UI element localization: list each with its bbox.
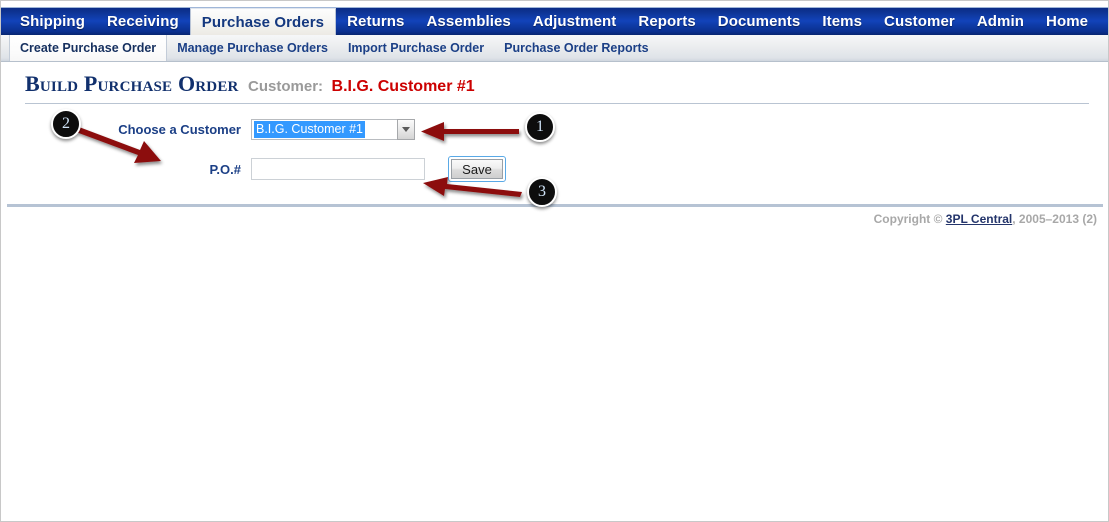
- copyright-suffix: , 2005–2013 (2): [1012, 212, 1097, 226]
- subnav-item-label: Create Purchase Order: [20, 41, 157, 55]
- subnav-item-label: Purchase Order Reports: [504, 41, 649, 55]
- build-purchase-order-form: Choose a Customer B.I.G. Customer #1 P.O…: [1, 113, 1108, 185]
- po-number-label: P.O.#: [209, 161, 241, 177]
- subnav-item-create-purchase-order[interactable]: Create Purchase Order: [9, 35, 168, 61]
- po-number-row: P.O.# Save: [1, 153, 1108, 185]
- choose-customer-label: Choose a Customer: [118, 121, 241, 137]
- save-button[interactable]: Save: [451, 159, 503, 179]
- nav-item-items[interactable]: Items: [811, 8, 873, 35]
- nav-item-label: Receiving: [106, 13, 179, 30]
- customer-select[interactable]: B.I.G. Customer #1: [251, 118, 415, 140]
- save-button-focus-ring: Save: [448, 156, 506, 182]
- nav-item-returns[interactable]: Returns: [336, 8, 415, 35]
- subnav-item-label: Import Purchase Order: [347, 41, 485, 55]
- nav-item-label: Documents: [717, 13, 801, 30]
- callout-badge-3: 3: [527, 177, 557, 207]
- customer-label: Customer:: [248, 78, 324, 95]
- copyright-notice: Copyright © 3PL Central, 2005–2013 (2): [1, 212, 1097, 226]
- subnav-item-label: Manage Purchase Orders: [177, 41, 328, 55]
- 3pl-central-link[interactable]: 3PL Central: [946, 212, 1012, 226]
- subnav-item-import-purchase-order[interactable]: Import Purchase Order: [338, 35, 494, 61]
- nav-item-assemblies[interactable]: Assemblies: [416, 8, 522, 35]
- nav-item-label: Customer: [884, 13, 955, 30]
- callout-badge-2: 2: [51, 109, 81, 139]
- subnav-item-purchase-order-reports[interactable]: Purchase Order Reports: [494, 35, 659, 61]
- nav-item-home[interactable]: Home: [1035, 8, 1099, 35]
- main-navigation-bar: Shipping Receiving Purchase Orders Returns A…: [1, 7, 1108, 35]
- nav-item-label: Home: [1046, 13, 1089, 30]
- nav-item-label: Shipping: [20, 13, 85, 30]
- nav-item-adjustment[interactable]: Adjustment: [522, 8, 628, 35]
- nav-item-customer[interactable]: Customer: [873, 8, 966, 35]
- subnav-item-manage-purchase-orders[interactable]: Manage Purchase Orders: [167, 35, 338, 61]
- page-title: Build Purchase Order: [25, 71, 239, 96]
- callout-badge-1: 1: [525, 112, 555, 142]
- nav-item-label: Admin: [976, 13, 1025, 30]
- customer-name-value: B.I.G. Customer #1: [331, 78, 475, 95]
- choose-customer-row: Choose a Customer B.I.G. Customer #1: [1, 113, 1108, 145]
- sub-navigation-bar: Create Purchase Order Manage Purchase Ord…: [1, 35, 1108, 62]
- copyright-prefix: Copyright ©: [873, 212, 946, 226]
- application-window: Shipping Receiving Purchase Orders Returns A…: [0, 0, 1109, 522]
- po-number-input[interactable]: [251, 158, 425, 180]
- nav-item-label: Purchase Orders: [201, 13, 325, 31]
- nav-item-label: Reports: [638, 13, 696, 30]
- nav-item-documents[interactable]: Documents: [707, 8, 812, 35]
- nav-item-receiving[interactable]: Receiving: [96, 8, 190, 35]
- nav-item-admin[interactable]: Admin: [966, 8, 1035, 35]
- nav-item-reports[interactable]: Reports: [627, 8, 706, 35]
- nav-item-purchase-orders[interactable]: Purchase Orders: [189, 8, 337, 35]
- nav-item-label: Adjustment: [532, 13, 617, 30]
- footer-divider: [7, 204, 1103, 207]
- customer-select-value: B.I.G. Customer #1: [254, 120, 365, 138]
- chevron-down-icon[interactable]: [397, 118, 415, 140]
- nav-item-label: Assemblies: [426, 13, 511, 30]
- nav-item-label: Items: [822, 13, 863, 30]
- nav-item-shipping[interactable]: Shipping: [9, 8, 96, 35]
- nav-item-label: Returns: [347, 13, 405, 30]
- page-heading: Build Purchase Order Customer: B.I.G. Cu…: [25, 71, 1089, 104]
